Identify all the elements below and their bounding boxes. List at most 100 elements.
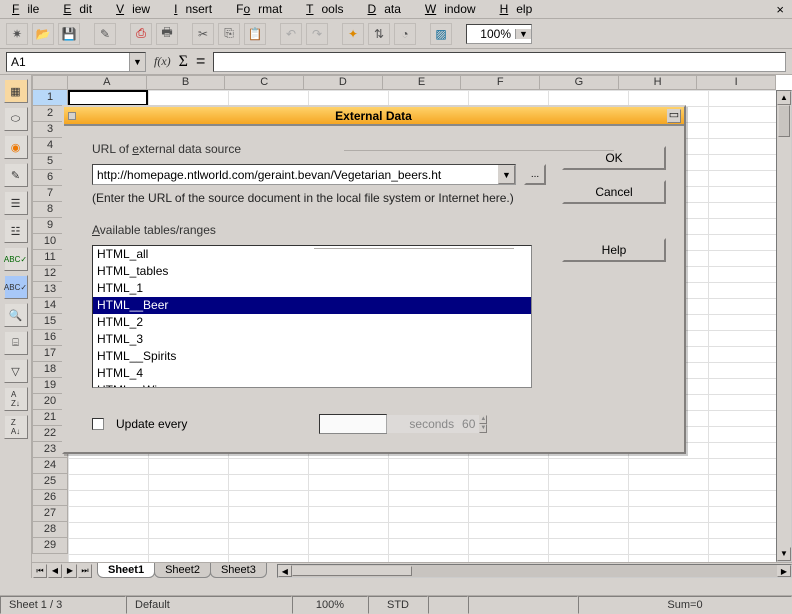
- menu-window[interactable]: Window: [417, 0, 492, 18]
- url-dropdown-icon[interactable]: ▼: [498, 165, 515, 184]
- vertical-scrollbar[interactable]: ▲ ▼: [776, 90, 792, 562]
- list-item[interactable]: HTML_1: [93, 280, 531, 297]
- menu-format[interactable]: Format: [228, 0, 298, 18]
- copy-icon[interactable]: ⎘: [218, 23, 240, 45]
- mode-icon[interactable]: ◉: [4, 135, 28, 159]
- list-item[interactable]: HTML_4: [93, 365, 531, 382]
- formula-input[interactable]: [213, 52, 786, 72]
- form-icon[interactable]: ☰: [4, 191, 28, 215]
- scroll-right-icon[interactable]: ▶: [777, 565, 791, 577]
- select-all-corner[interactable]: [32, 75, 68, 90]
- row-header-26[interactable]: 26: [32, 490, 68, 506]
- undo-icon[interactable]: ↶: [280, 23, 302, 45]
- col-header-F[interactable]: F: [461, 75, 540, 90]
- sort-desc-icon[interactable]: ZA↓: [4, 415, 28, 439]
- titlebar-menu-icon[interactable]: [68, 112, 76, 120]
- scroll-up-icon[interactable]: ▲: [777, 91, 791, 105]
- col-header-I[interactable]: I: [697, 75, 776, 90]
- print-icon[interactable]: 🖶: [156, 23, 178, 45]
- status-sum[interactable]: Sum=0: [578, 596, 792, 614]
- side-toolbar: ▦ ⬭ ◉ ✎ ☰ ☳ ABC✓ ABC✓ 🔍 ⌸ ▽ AZ↓ ZA↓: [0, 75, 32, 578]
- sort-asc-icon[interactable]: AZ↓: [4, 387, 28, 411]
- menu-tools[interactable]: Tools: [298, 0, 359, 18]
- cut-icon[interactable]: ✂: [192, 23, 214, 45]
- url-input[interactable]: [93, 165, 498, 184]
- scroll-left-icon[interactable]: ◀: [278, 565, 292, 577]
- tab-prev-icon[interactable]: ◀: [48, 564, 62, 578]
- draw-icon[interactable]: ✎: [4, 163, 28, 187]
- menu-edit[interactable]: Edit: [55, 0, 108, 18]
- update-interval-spinner[interactable]: ▲▼: [319, 414, 387, 434]
- pdf-icon[interactable]: ⎙: [130, 23, 152, 45]
- list-item[interactable]: HTML_3: [93, 331, 531, 348]
- hscroll-thumb[interactable]: [292, 566, 412, 576]
- image-icon[interactable]: ▨: [430, 23, 452, 45]
- col-header-D[interactable]: D: [304, 75, 383, 90]
- datasource-icon[interactable]: ⌸: [4, 331, 28, 355]
- row-header-24[interactable]: 24: [32, 458, 68, 474]
- col-header-B[interactable]: B: [147, 75, 226, 90]
- scroll-down-icon[interactable]: ▼: [777, 547, 791, 561]
- zoom-combo[interactable]: 100%▼: [466, 24, 532, 44]
- sort-icon[interactable]: ⇅: [368, 23, 390, 45]
- status-style: Default: [126, 596, 292, 614]
- col-header-E[interactable]: E: [383, 75, 462, 90]
- paste-icon[interactable]: 📋: [244, 23, 266, 45]
- navigator-icon[interactable]: ✦: [342, 23, 364, 45]
- list-item[interactable]: HTML_2: [93, 314, 531, 331]
- tab-last-icon[interactable]: ⏭: [78, 564, 92, 578]
- row-header-1[interactable]: 1: [32, 90, 68, 106]
- scroll-thumb[interactable]: [778, 105, 790, 137]
- list-item[interactable]: HTML__Wine: [93, 382, 531, 388]
- status-mode[interactable]: STD: [368, 596, 428, 614]
- cancel-button[interactable]: Cancel: [562, 180, 666, 204]
- window-close-icon[interactable]: ×: [768, 0, 788, 19]
- menu-data[interactable]: Data: [360, 0, 417, 18]
- row-header-29[interactable]: 29: [32, 538, 68, 554]
- redo-icon[interactable]: ↷: [306, 23, 328, 45]
- row-header-28[interactable]: 28: [32, 522, 68, 538]
- insert-cells-icon[interactable]: ▦: [4, 79, 28, 103]
- fx-icon[interactable]: f(x): [154, 54, 171, 69]
- menu-view[interactable]: View: [108, 0, 166, 18]
- autofilter-icon[interactable]: ▽: [4, 359, 28, 383]
- autoformat-icon[interactable]: ☳: [4, 219, 28, 243]
- save-icon[interactable]: 💾: [58, 23, 80, 45]
- update-checkbox[interactable]: [92, 418, 104, 430]
- tab-sheet3[interactable]: Sheet3: [210, 563, 267, 578]
- browse-button[interactable]: ...: [524, 164, 546, 185]
- new-icon[interactable]: ✷: [6, 23, 28, 45]
- menu-help[interactable]: Help: [492, 0, 549, 18]
- name-box[interactable]: A1▼: [6, 52, 146, 72]
- help-button[interactable]: Help: [562, 238, 666, 262]
- col-header-A[interactable]: A: [68, 75, 147, 90]
- list-item[interactable]: HTML_tables: [93, 263, 531, 280]
- chart-icon[interactable]: ◔: [394, 23, 416, 45]
- tab-sheet1[interactable]: Sheet1: [97, 563, 155, 578]
- edit-file-icon[interactable]: ✎: [94, 23, 116, 45]
- menu-file[interactable]: File: [4, 0, 55, 18]
- equals-icon[interactable]: =: [196, 53, 205, 71]
- spellcheck-icon[interactable]: ABC✓: [4, 275, 28, 299]
- open-icon[interactable]: 📂: [32, 23, 54, 45]
- tab-sheet2[interactable]: Sheet2: [154, 563, 211, 578]
- tab-first-icon[interactable]: ⏮: [33, 564, 47, 578]
- tab-next-icon[interactable]: ▶: [63, 564, 77, 578]
- list-item[interactable]: HTML__Beer: [93, 297, 531, 314]
- menu-insert[interactable]: Insert: [166, 0, 228, 18]
- row-header-27[interactable]: 27: [32, 506, 68, 522]
- find-icon[interactable]: 🔍: [4, 303, 28, 327]
- tables-listbox[interactable]: HTML_allHTML_tablesHTML_1HTML__BeerHTML_…: [92, 245, 532, 388]
- available-label: Available tables/ranges: [92, 223, 546, 237]
- minimize-icon[interactable]: ▭: [667, 109, 681, 123]
- list-item[interactable]: HTML__Spirits: [93, 348, 531, 365]
- spellcheck-on-icon[interactable]: ABC✓: [4, 247, 28, 271]
- col-header-H[interactable]: H: [619, 75, 698, 90]
- col-header-C[interactable]: C: [225, 75, 304, 90]
- insert-object-icon[interactable]: ⬭: [4, 107, 28, 131]
- row-header-25[interactable]: 25: [32, 474, 68, 490]
- col-header-G[interactable]: G: [540, 75, 619, 90]
- dialog-titlebar[interactable]: External Data ▭: [64, 107, 684, 126]
- sum-icon[interactable]: Σ: [179, 53, 188, 71]
- horizontal-scrollbar[interactable]: ◀ ▶: [277, 564, 792, 578]
